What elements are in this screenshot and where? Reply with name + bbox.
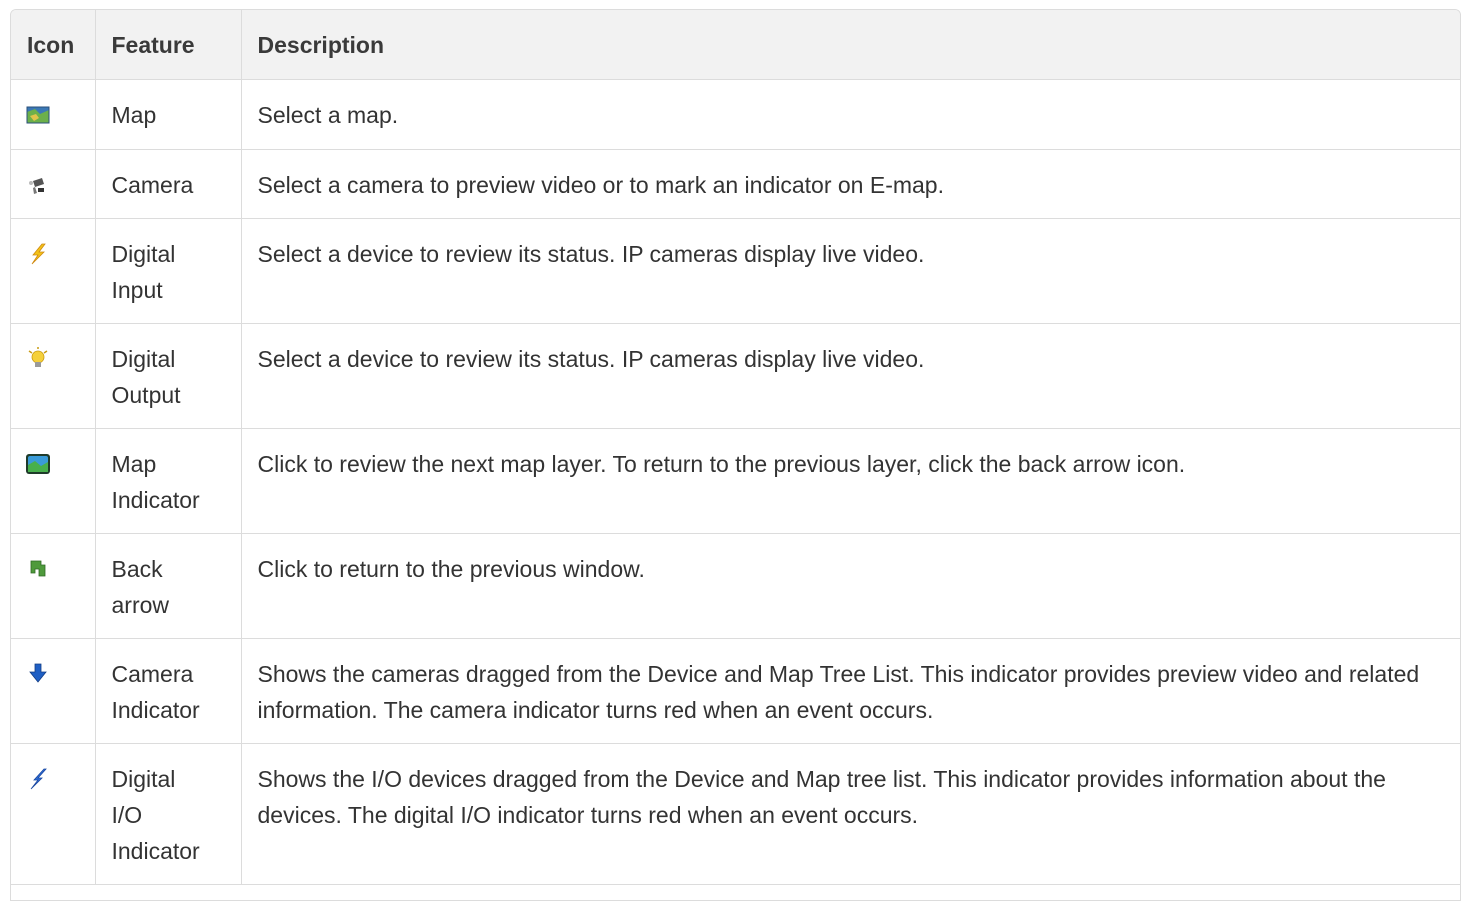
- icon-cell: [11, 79, 96, 150]
- description-cell: Shows the cameras dragged from the Devic…: [241, 638, 1460, 744]
- feature-cell: Camera Indicator: [95, 638, 242, 744]
- table-header: Icon Feature Description: [11, 10, 1460, 80]
- description-cell: Select a device to review its status. IP…: [241, 218, 1460, 324]
- feature-label-line: Indicator: [111, 487, 200, 513]
- table-row: Map Select a map.: [11, 79, 1460, 150]
- table-body: Map Select a map. Camera Select a camera…: [11, 79, 1460, 885]
- feature-label: Map: [111, 102, 157, 128]
- feature-label-line: Back: [111, 556, 163, 582]
- description-cell: Click to return to the previous window.: [241, 533, 1460, 639]
- feature-label-line: Camera: [111, 661, 194, 687]
- header-icon: Icon: [11, 10, 96, 80]
- table-row: Digital I/O Indicator Shows the I/O devi…: [11, 743, 1460, 885]
- feature-label-line: Indicator: [111, 697, 200, 723]
- table-row: Digital Output Select a device to review…: [11, 323, 1460, 429]
- table-row: Map Indicator Click to review the next m…: [11, 428, 1460, 534]
- camera-icon: [25, 172, 51, 198]
- feature-cell: Map Indicator: [95, 428, 242, 534]
- header-feature: Feature: [95, 10, 242, 80]
- feature-label-line: Output: [111, 382, 181, 408]
- description-cell: Shows the I/O devices dragged from the D…: [241, 743, 1460, 885]
- feature-label-line: Input: [111, 277, 163, 303]
- digital-input-icon: [25, 241, 51, 267]
- icon-cell: [11, 218, 96, 324]
- icon-cell: [11, 743, 96, 885]
- feature-cell: Back arrow: [95, 533, 242, 639]
- back-arrow-icon: [25, 556, 51, 582]
- table-row: Digital Input Select a device to review …: [11, 218, 1460, 324]
- description-cell: Select a camera to preview video or to m…: [241, 149, 1460, 219]
- feature-table: Icon Feature Description Map Select a ma…: [10, 9, 1461, 901]
- digital-io-indicator-icon: [25, 766, 51, 792]
- feature-label-line: I/O: [111, 802, 143, 828]
- camera-indicator-icon: [25, 661, 51, 687]
- header-row: Icon Feature Description: [11, 10, 1460, 80]
- feature-label-line: Map: [111, 451, 157, 477]
- icon-cell: [11, 323, 96, 429]
- table-row: Camera Select a camera to preview video …: [11, 149, 1460, 219]
- feature-label-line: Digital: [111, 346, 176, 372]
- table-row: Back arrow Click to return to the previo…: [11, 533, 1460, 639]
- feature-label-line: Digital: [111, 241, 176, 267]
- feature-cell: Digital Output: [95, 323, 242, 429]
- feature-label-line: Indicator: [111, 838, 200, 864]
- feature-cell: Camera: [95, 149, 242, 219]
- description-cell: Select a map.: [241, 79, 1460, 150]
- map-icon: [25, 102, 51, 128]
- icon-cell: [11, 533, 96, 639]
- description-cell: Select a device to review its status. IP…: [241, 323, 1460, 429]
- feature-label-line: arrow: [111, 592, 170, 618]
- header-description: Description: [241, 10, 1460, 80]
- icon-feature-table: Icon Feature Description Map Select a ma…: [11, 10, 1460, 885]
- feature-label: Camera: [111, 172, 194, 198]
- icon-cell: [11, 428, 96, 534]
- feature-cell: Digital Input: [95, 218, 242, 324]
- icon-cell: [11, 638, 96, 744]
- description-cell: Click to review the next map layer. To r…: [241, 428, 1460, 534]
- feature-cell: Map: [95, 79, 242, 150]
- feature-cell: Digital I/O Indicator: [95, 743, 242, 885]
- digital-output-icon: [25, 346, 51, 372]
- table-row: Camera Indicator Shows the cameras dragg…: [11, 638, 1460, 744]
- icon-cell: [11, 149, 96, 219]
- map-indicator-icon: [25, 451, 51, 477]
- feature-label-line: Digital: [111, 766, 176, 792]
